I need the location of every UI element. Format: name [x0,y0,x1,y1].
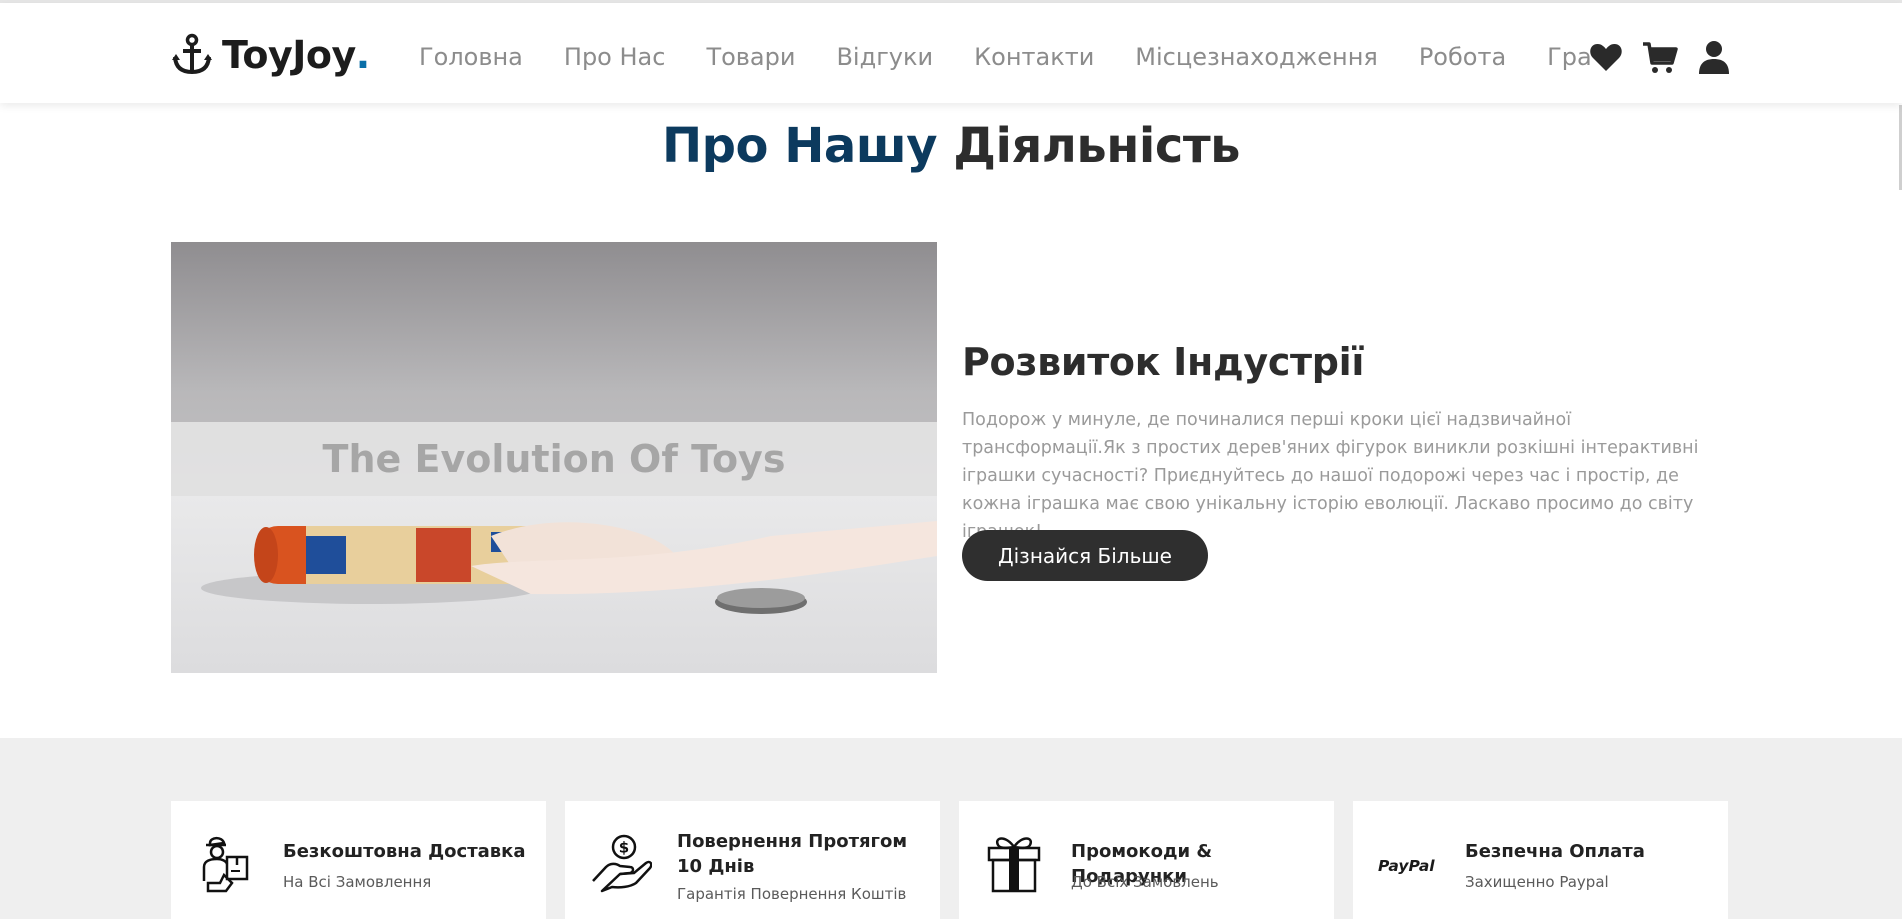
heart-icon[interactable] [1588,39,1624,75]
video-frame-illustration [201,521,937,614]
logo-text: ToyJoy [222,33,356,77]
nav-game[interactable]: Гра [1547,37,1592,77]
features-strip: Безкоштовна Доставка На Всі Замовлення $… [0,738,1902,919]
video-caption-band: The Evolution Of Toys [171,422,937,496]
delivery-courier-icon [202,836,249,893]
feature-card-returns: $ Повернення Протягом 10 Днів Гарантія П… [565,801,940,919]
video-player[interactable]: The Evolution Of Toys [171,242,937,673]
feature-title: Безпечна Оплата [1465,841,1645,862]
main-nav: Головна Про Нас Товари Відгуки Контакти … [419,37,1633,77]
title-part2: Діяльність [953,118,1241,174]
site-header: ToyJoy. Головна Про Нас Товари Відгуки К… [0,3,1902,103]
nav-home[interactable]: Головна [419,37,523,77]
header-icons [1588,39,1750,75]
section-title: Про Нашу Діяльність [0,118,1902,174]
feature-card-payment: PayPal Безпечна Оплата Захищенно Paypal [1353,801,1728,919]
nav-about[interactable]: Про Нас [564,37,666,77]
video-caption: The Evolution Of Toys [322,437,786,481]
feature-subtitle: Гарантія Повернення Коштів [677,885,907,903]
nav-location[interactable]: Місцезнаходження [1135,37,1378,77]
feature-subtitle: Захищенно Paypal [1465,873,1609,891]
nav-reviews[interactable]: Відгуки [836,37,933,77]
feature-title: Безкоштовна Доставка [283,841,526,862]
cart-icon[interactable] [1642,39,1678,75]
money-back-hand-icon: $ [592,834,652,893]
nav-jobs[interactable]: Робота [1419,37,1506,77]
paypal-icon: PayPal [1378,857,1435,875]
gift-box-icon [987,837,1041,893]
user-icon[interactable] [1696,39,1732,75]
feature-card-gifts: Промокоди & Подарунки До Всіх Замовлень [959,801,1334,919]
anchor-icon [172,33,212,75]
about-text: Подорож у минуле, де починалися перші кр… [962,410,1699,542]
nav-contacts[interactable]: Контакти [974,37,1094,77]
nav-products[interactable]: Товари [706,37,795,77]
feature-subtitle: На Всі Замовлення [283,873,432,891]
feature-subtitle: До Всіх Замовлень [1071,873,1219,891]
about-heading: Розвиток Індустрії [962,340,1365,384]
paypal-icon-text: PayPal [1378,857,1435,875]
learn-more-button[interactable]: Дізнайся Більше [962,530,1208,581]
feature-title: Повернення Протягом 10 Днів [677,831,908,877]
title-part1: Про Нашу [661,118,938,174]
feature-card-delivery: Безкоштовна Доставка На Всі Замовлення [171,801,546,919]
svg-text:$: $ [619,839,629,857]
logo[interactable]: ToyJoy. [170,31,370,79]
logo-dot: . [355,33,371,77]
about-block: Розвиток Індустрії Подорож у минуле, де … [962,340,1714,546]
